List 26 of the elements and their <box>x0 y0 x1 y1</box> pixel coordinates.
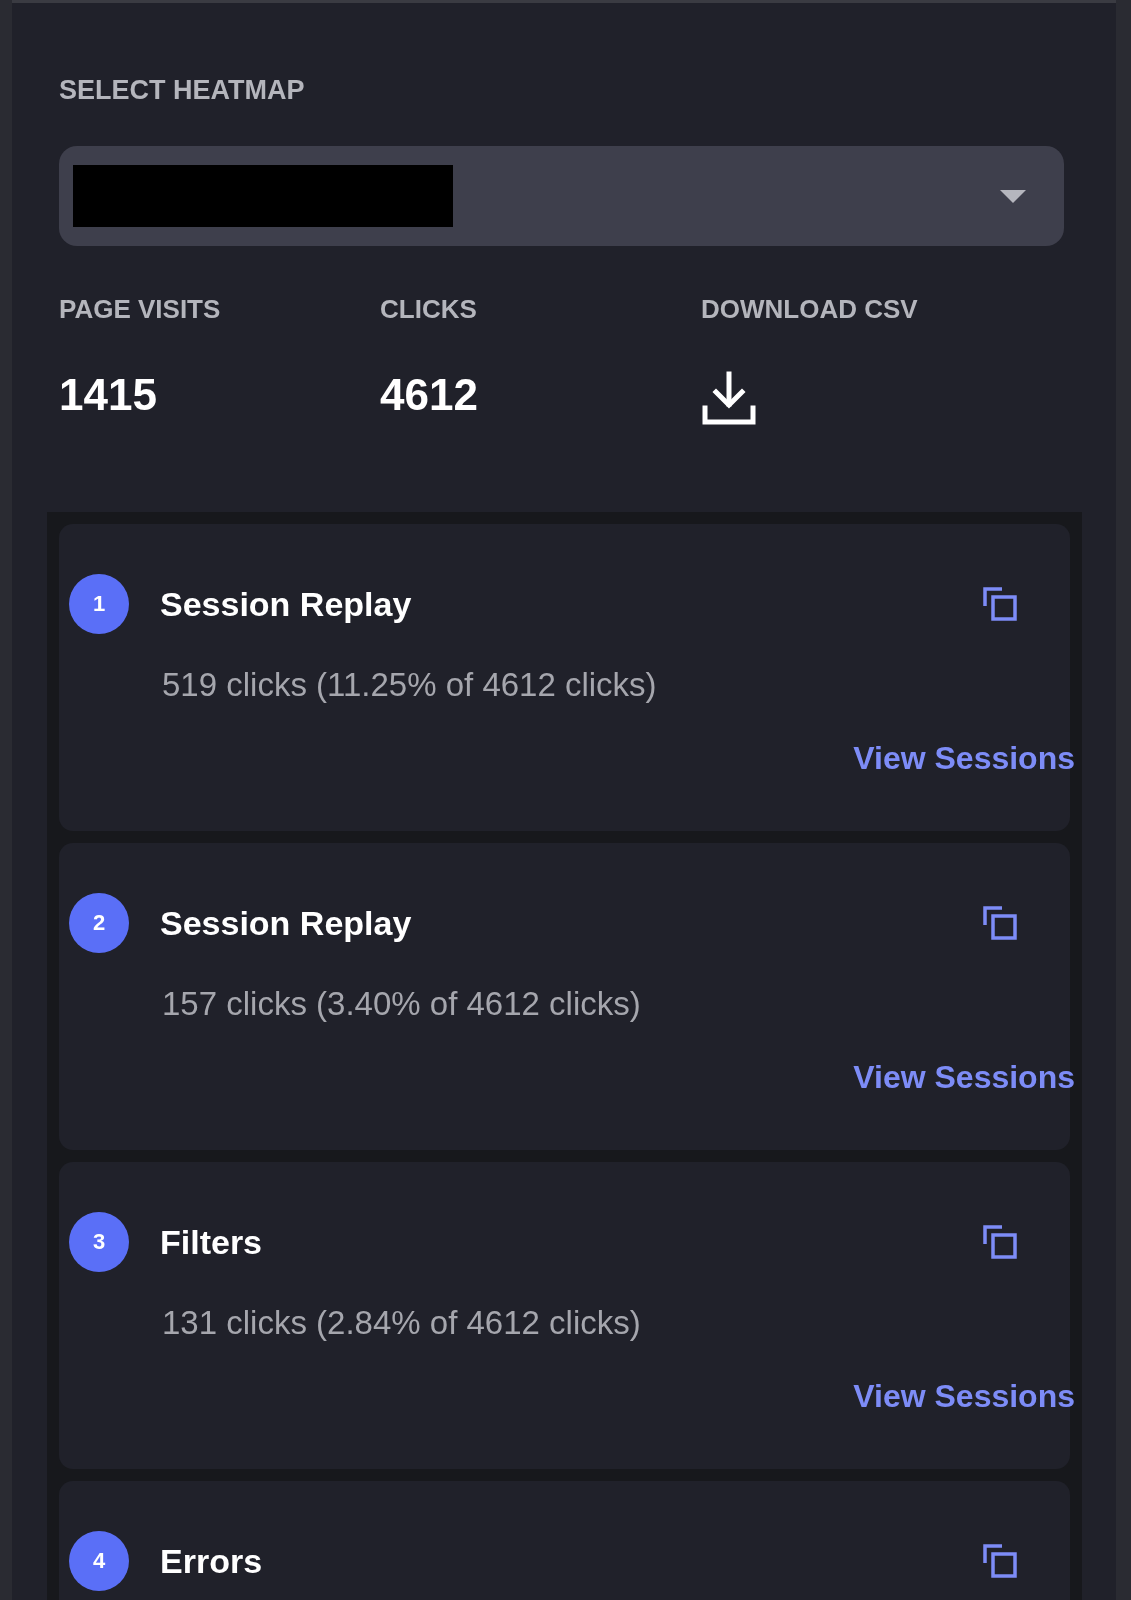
click-summary: 157 clicks (3.40% of 4612 clicks) <box>162 985 642 1023</box>
stat-label: DOWNLOAD CSV <box>701 294 919 325</box>
view-sessions-link[interactable]: View Sessions <box>853 740 1075 777</box>
download-icon[interactable] <box>701 370 757 426</box>
view-sessions-link[interactable]: View Sessions <box>853 1059 1075 1096</box>
element-title: Filters <box>160 1222 264 1262</box>
section-heading: SELECT HEATMAP <box>59 75 306 106</box>
copy-icon[interactable] <box>982 1543 1018 1579</box>
copy-icon[interactable] <box>982 1224 1018 1260</box>
caret-icon <box>1000 189 1026 203</box>
rank-badge: 1 <box>69 574 129 634</box>
rank-badge: 2 <box>69 893 129 953</box>
element-title: Errors <box>160 1541 264 1581</box>
element-title: Session Replay <box>160 903 413 943</box>
rank-badge: 3 <box>69 1212 129 1272</box>
click-summary: 519 clicks (11.25% of 4612 clicks) <box>162 666 658 704</box>
stat-value: 4612 <box>380 370 479 420</box>
stat-label: CLICKS <box>380 294 478 325</box>
view-sessions-link[interactable]: View Sessions <box>853 1378 1075 1415</box>
copy-icon[interactable] <box>982 905 1018 941</box>
rank-badge: 4 <box>69 1531 129 1591</box>
copy-icon[interactable] <box>982 586 1018 622</box>
stat-value: 1415 <box>59 370 158 420</box>
element-title: Session Replay <box>160 584 413 624</box>
click-summary: 131 clicks (2.84% of 4612 clicks) <box>162 1304 642 1342</box>
stat-label: PAGE VISITS <box>59 294 222 325</box>
